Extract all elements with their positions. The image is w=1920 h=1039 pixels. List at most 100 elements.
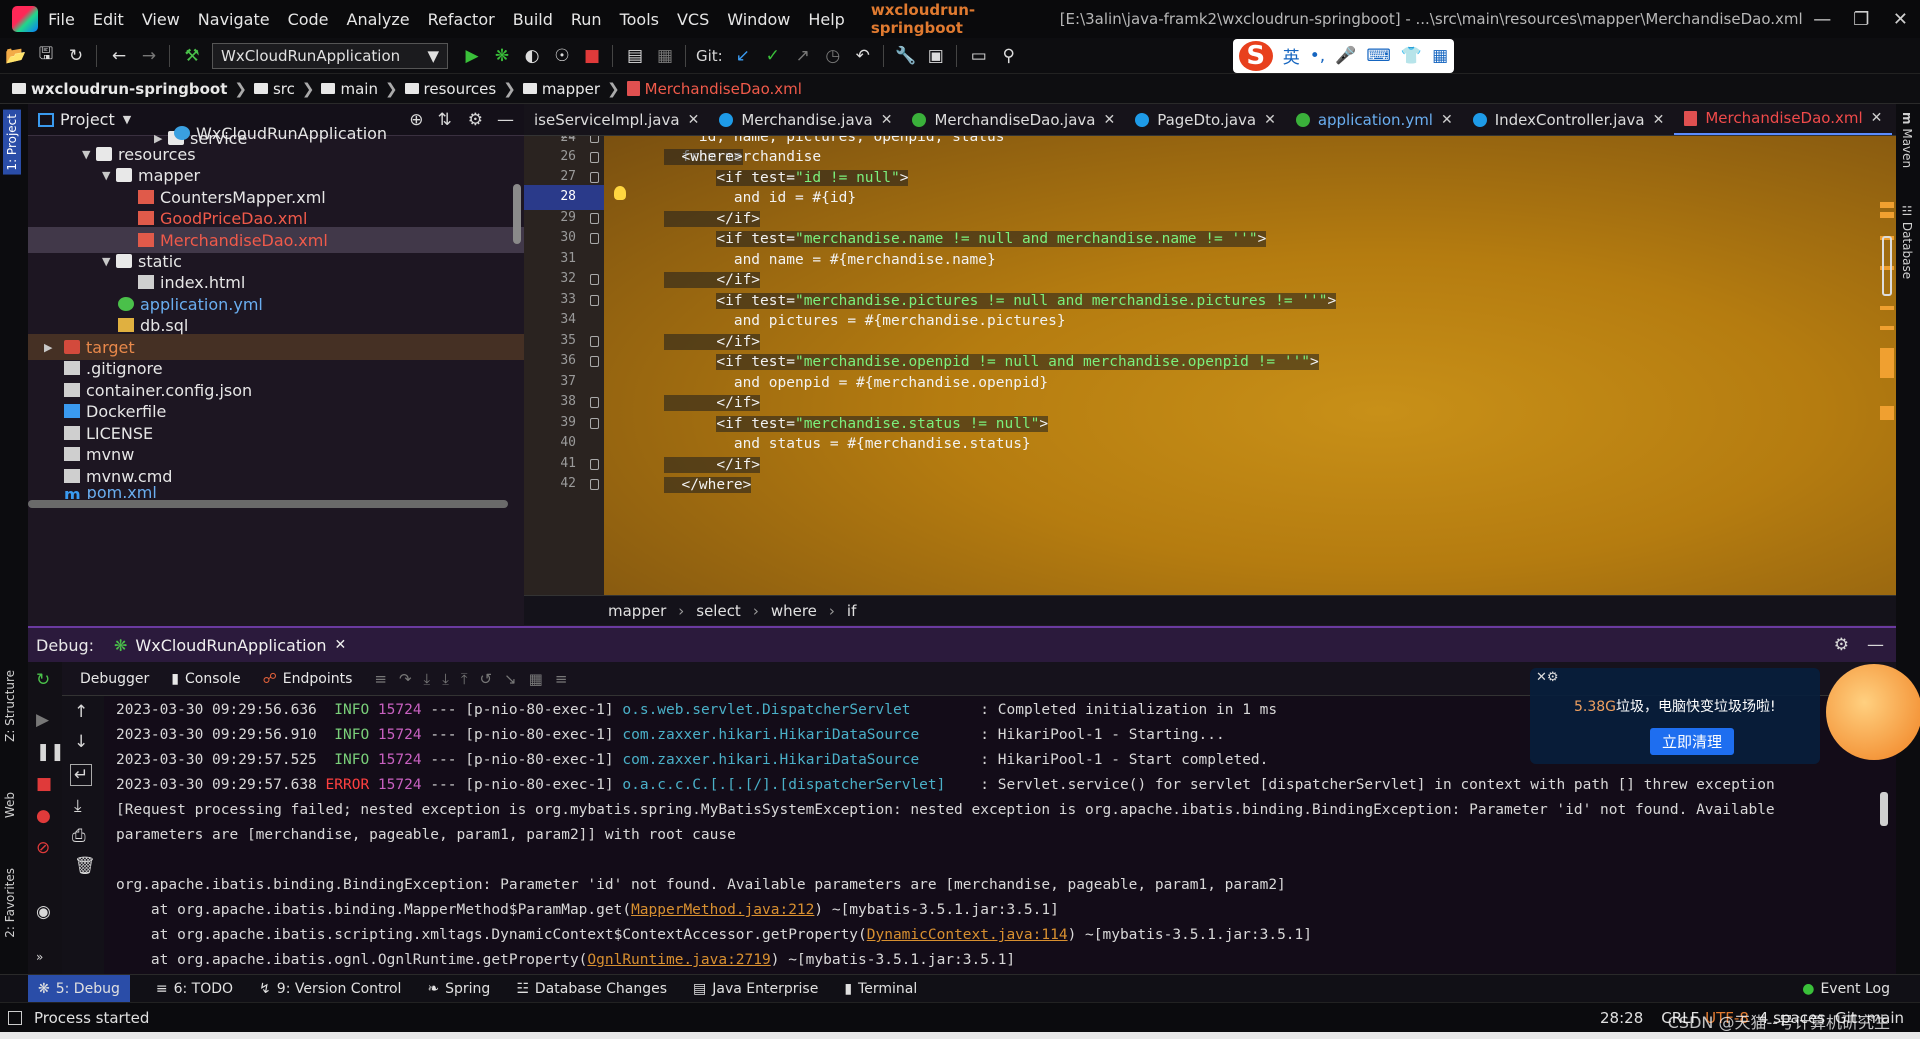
up-arrow-icon[interactable]: ↑ (74, 702, 88, 722)
hide-panel-icon[interactable]: — (1867, 635, 1884, 655)
step-into-icon[interactable]: ⤓ (424, 670, 431, 688)
ime-toolbar[interactable]: S 英 •, 🎤 ⌨ 👕 ▦ (1232, 38, 1455, 73)
breadcrumb-item[interactable]: resources (404, 80, 496, 98)
force-step-into-icon[interactable]: ⤓ (442, 670, 449, 688)
clear-trash-icon[interactable]: 🗑 (74, 856, 96, 876)
fold-marker-icon[interactable] (590, 152, 599, 163)
rerun-icon[interactable]: ↻ (36, 670, 50, 690)
tool-tab-spring[interactable]: ❧ Spring (427, 981, 490, 997)
build-hammer-icon[interactable]: ⚒ (178, 42, 206, 70)
coverage-icon[interactable]: ◐ (518, 42, 546, 70)
mute-breakpoints-icon[interactable]: ⊘ (36, 838, 50, 858)
fold-marker-icon[interactable] (590, 418, 599, 429)
breadcrumb-item[interactable]: mapper (522, 80, 600, 98)
menu-build[interactable]: Build (513, 10, 553, 29)
ime-mode[interactable]: 英 (1283, 43, 1300, 68)
database-tool-tab[interactable]: ☳ Database (1900, 204, 1914, 279)
fold-marker-icon[interactable] (590, 213, 599, 224)
step-over-icon[interactable]: ↷ (399, 670, 412, 688)
tool-tab-event-log[interactable]: ● Event Log (1802, 981, 1890, 997)
fold-marker-icon[interactable] (590, 233, 599, 244)
restore-icon[interactable]: ❐ (1842, 9, 1881, 30)
breadcrumb-item[interactable]: wxcloudrun-springboot (12, 80, 227, 98)
terminal-window-icon[interactable]: ▭ (965, 42, 993, 70)
breadcrumb-item[interactable]: src (253, 80, 295, 98)
code-crumb[interactable]: select (696, 602, 741, 620)
stripe-mark[interactable] (1880, 348, 1894, 378)
close-icon[interactable]: ✕ (688, 112, 700, 128)
ime-punct[interactable]: •, (1310, 46, 1325, 66)
stop-icon[interactable]: ■ (578, 42, 606, 70)
down-arrow-icon[interactable]: ↓ (74, 732, 88, 752)
lightbulb-icon[interactable] (614, 186, 626, 200)
fold-marker-icon[interactable] (590, 479, 599, 490)
apps-grid-icon[interactable]: ▦ (1432, 46, 1448, 66)
microphone-icon[interactable]: 🎤 (1335, 46, 1356, 66)
menu-edit[interactable]: Edit (93, 10, 124, 29)
locate-icon[interactable]: ⊕ (409, 110, 423, 130)
fold-marker-icon[interactable] (590, 336, 599, 347)
caret-position[interactable]: 28:28 (1600, 1009, 1643, 1027)
tool-tab-todo[interactable]: ≡ 6: TODO (156, 981, 233, 997)
editor-error-stripe[interactable] (1880, 136, 1894, 595)
fold-marker-icon[interactable] (590, 295, 599, 306)
stripe-mark[interactable] (1880, 306, 1894, 310)
drop-frame-icon[interactable]: ↺ (479, 670, 492, 688)
debug-session-tab[interactable]: ❋ WxCloudRunApplication ✕ (114, 636, 346, 655)
hide-panel-icon[interactable]: — (497, 110, 514, 130)
fold-marker-icon[interactable] (590, 136, 599, 143)
skin-shirt-icon[interactable]: 👕 (1401, 46, 1422, 66)
evaluate-icon[interactable]: ▦ (529, 670, 543, 688)
collapse-all-icon[interactable]: ⇅ (438, 110, 452, 130)
keyboard-icon[interactable]: ⌨ (1366, 46, 1391, 66)
menu-file[interactable]: File (48, 10, 75, 29)
more-icon[interactable]: » (36, 950, 43, 964)
project-scrollbar[interactable] (28, 500, 508, 508)
debug-bug-icon[interactable]: ❋ (488, 42, 516, 70)
tab-merchandisedao-java[interactable]: MerchandiseDao.java ✕ (902, 104, 1125, 135)
minimize-icon[interactable]: — (1803, 9, 1842, 30)
menu-tools[interactable]: Tools (620, 10, 659, 29)
scroll-to-end-icon[interactable]: ⤓ (74, 796, 82, 816)
tab-endpoints[interactable]: ☍ Endpoints (263, 671, 353, 687)
fold-marker-icon[interactable] (590, 397, 599, 408)
tool-tab-debug[interactable]: ❋ 5: Debug (28, 974, 130, 1003)
attach-icon[interactable]: ▤ (621, 42, 649, 70)
close-window-icon[interactable]: ✕ (1881, 9, 1920, 30)
tree-item-wxcloudrunapplication[interactable]: WxCloudRunApplication (174, 120, 387, 146)
fold-marker-icon[interactable] (590, 356, 599, 367)
soft-wrap-icon[interactable]: ↵ (70, 764, 93, 786)
trace-icon[interactable]: ≡ (555, 670, 568, 688)
open-folder-icon[interactable]: 📂 (2, 42, 30, 70)
close-icon[interactable]: ✕ (1441, 112, 1453, 128)
line-number-gutter[interactable]: 24 25 26 27 28 29 30 31 32 33 34 35 36 3… (524, 136, 604, 595)
menu-view[interactable]: View (142, 10, 180, 29)
favorites-tool-tab[interactable]: 2: Favorites (3, 868, 17, 938)
stack-link[interactable]: OgnlRuntime.java:2719 (587, 952, 770, 968)
step-out-icon[interactable]: ⤒ (461, 670, 468, 688)
stripe-mark[interactable] (1880, 326, 1894, 330)
menu-code[interactable]: Code (288, 10, 329, 29)
breadcrumb-item[interactable]: main (321, 80, 378, 98)
menu-navigate[interactable]: Navigate (198, 10, 270, 29)
tab-console[interactable]: ▮ Console (171, 671, 240, 687)
menu-analyze[interactable]: Analyze (347, 10, 410, 29)
status-toggle-icon[interactable] (8, 1010, 22, 1025)
code-crumb[interactable]: if (847, 602, 856, 620)
tree-item-pom-xml[interactable]: m pom.xml (64, 485, 157, 499)
forward-icon[interactable]: → (135, 42, 163, 70)
close-icon[interactable]: ✕ (1653, 112, 1665, 128)
code-crumb[interactable]: mapper (608, 602, 666, 620)
tab-pagedto-java[interactable]: PageDto.java ✕ (1125, 104, 1286, 135)
close-icon[interactable]: ✕ (1871, 110, 1883, 126)
sync-icon[interactable]: ↻ (62, 42, 90, 70)
close-icon[interactable]: ✕ (335, 637, 347, 653)
view-breakpoints-icon[interactable]: ● (36, 806, 51, 826)
stripe-mark[interactable] (1880, 202, 1894, 208)
gear-icon[interactable]: ⚙ (1834, 635, 1849, 655)
stop-icon[interactable]: ■ (36, 774, 52, 794)
tab-merchandiseserviceimpl[interactable]: iseServiceImpl.java ✕ (524, 104, 709, 135)
stripe-mark[interactable] (1880, 212, 1894, 218)
tab-indexcontroller-java[interactable]: IndexController.java ✕ (1463, 104, 1675, 135)
gear-icon[interactable]: ⚙ (468, 110, 483, 130)
